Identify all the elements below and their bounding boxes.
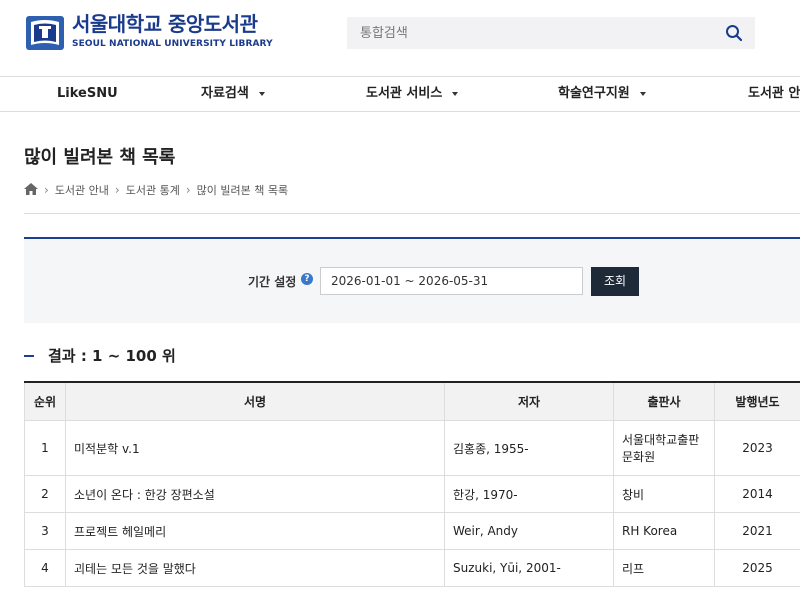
- breadcrumb-separator-icon: ›: [44, 183, 49, 197]
- nav-item-label: 자료검색: [201, 86, 249, 101]
- nav-item-services[interactable]: 도서관 서비스: [366, 77, 459, 111]
- cell-title-link[interactable]: 미적분학 v.1: [65, 420, 445, 476]
- table-row: 3 프로젝트 헤일메리 Weir, Andy RH Korea 2021: [24, 512, 800, 550]
- cell-title-link[interactable]: 소년이 온다 : 한강 장편소설: [65, 475, 445, 513]
- results-heading: 결과 : 1 ~ 100 위: [24, 345, 176, 366]
- cell-publisher: RH Korea: [613, 512, 715, 550]
- home-icon[interactable]: [24, 182, 38, 198]
- chevron-down-icon: [452, 91, 459, 96]
- column-header-year: 발행년도: [714, 381, 800, 421]
- nav-item-label: LikeSNU: [57, 86, 118, 101]
- cell-publisher: 서울대학교출판문화원: [613, 420, 715, 476]
- publisher-line: 문화원: [622, 450, 656, 464]
- cell-year: 2014: [714, 475, 800, 513]
- breadcrumb-item[interactable]: 도서관 안내: [55, 182, 109, 198]
- period-label: 기간 설정: [248, 275, 297, 289]
- help-icon[interactable]: ?: [301, 273, 313, 285]
- breadcrumb-item[interactable]: 도서관 통계: [126, 182, 180, 198]
- nav-item-guide[interactable]: 도서관 안내: [748, 77, 800, 111]
- cell-publisher: 리프: [613, 549, 715, 587]
- logo-korean-text: 서울대학교 중앙도서관: [72, 12, 258, 36]
- column-header-publisher: 출판사: [613, 381, 715, 421]
- table-row: 1 미적분학 v.1 김홍종, 1955- 서울대학교출판문화원 2023: [24, 420, 800, 476]
- main-nav: LikeSNU 자료검색 도서관 서비스 학술연구지원 도서관 안내: [0, 76, 800, 112]
- nav-item-label: 학술연구지원: [558, 86, 630, 101]
- cell-year: 2025: [714, 549, 800, 587]
- cell-rank: 3: [24, 512, 66, 550]
- nav-item-search[interactable]: 자료검색: [201, 77, 265, 111]
- cell-author: Weir, Andy: [444, 512, 614, 550]
- nav-item-label: 도서관 안내: [748, 86, 800, 101]
- query-button[interactable]: 조회: [591, 267, 639, 296]
- nav-item-research[interactable]: 학술연구지원: [558, 77, 646, 111]
- chevron-down-icon: [639, 91, 646, 96]
- breadcrumb-separator-icon: ›: [114, 183, 120, 197]
- breadcrumb: › 도서관 안내 › 도서관 통계 › 많이 빌려본 책 목록: [24, 182, 288, 198]
- cell-title-link[interactable]: 프로젝트 헤일메리: [65, 512, 445, 550]
- global-search-box: [347, 17, 755, 49]
- table-header-row: 순위 서명 저자 출판사 발행년도: [24, 381, 800, 421]
- results-heading-text: 결과 : 1 ~ 100 위: [48, 347, 176, 365]
- library-emblem-icon: [24, 12, 66, 54]
- cell-year: 2023: [714, 420, 800, 476]
- site-header: 서울대학교 중앙도서관 SEOUL NATIONAL UNIVERSITY LI…: [0, 0, 800, 76]
- table-row: 4 괴테는 모든 것을 말했다 Suzuki, Yūi, 2001- 리프 20…: [24, 549, 800, 587]
- breadcrumb-separator-icon: ›: [185, 183, 191, 197]
- library-logo[interactable]: 서울대학교 중앙도서관 SEOUL NATIONAL UNIVERSITY LI…: [24, 12, 273, 54]
- period-input[interactable]: [320, 267, 583, 295]
- table-row: 2 소년이 온다 : 한강 장편소설 한강, 1970- 창비 2014: [24, 475, 800, 513]
- cell-rank: 1: [24, 420, 66, 476]
- heading-dash-icon: [24, 354, 34, 357]
- logo-english-text: SEOUL NATIONAL UNIVERSITY LIBRARY: [72, 39, 273, 49]
- nav-item-label: 도서관 서비스: [366, 86, 443, 101]
- breadcrumb-item: 많이 빌려본 책 목록: [196, 184, 289, 197]
- column-header-rank: 순위: [24, 381, 66, 421]
- cell-author: 김홍종, 1955-: [444, 420, 614, 476]
- cell-rank: 4: [24, 549, 66, 587]
- search-icon[interactable]: [725, 24, 743, 42]
- title-divider: [24, 213, 800, 214]
- chevron-down-icon: [258, 91, 265, 96]
- period-filter-box: 기간 설정 ? 조회: [24, 237, 800, 323]
- global-search-input[interactable]: [347, 17, 707, 49]
- nav-item-likesnu[interactable]: LikeSNU: [57, 77, 118, 111]
- cell-year: 2021: [714, 512, 800, 550]
- cell-publisher: 창비: [613, 475, 715, 513]
- cell-author: 한강, 1970-: [444, 475, 614, 513]
- cell-rank: 2: [24, 475, 66, 513]
- page-title: 많이 빌려본 책 목록: [24, 147, 176, 168]
- cell-title-link[interactable]: 괴테는 모든 것을 말했다: [65, 549, 445, 587]
- column-header-author: 저자: [444, 381, 614, 421]
- results-table: 순위 서명 저자 출판사 발행년도 1 미적분학 v.1 김홍종, 1955- …: [24, 381, 800, 587]
- publisher-line: 서울대학교출판: [622, 433, 700, 447]
- cell-author: Suzuki, Yūi, 2001-: [444, 549, 614, 587]
- column-header-title: 서명: [65, 381, 445, 421]
